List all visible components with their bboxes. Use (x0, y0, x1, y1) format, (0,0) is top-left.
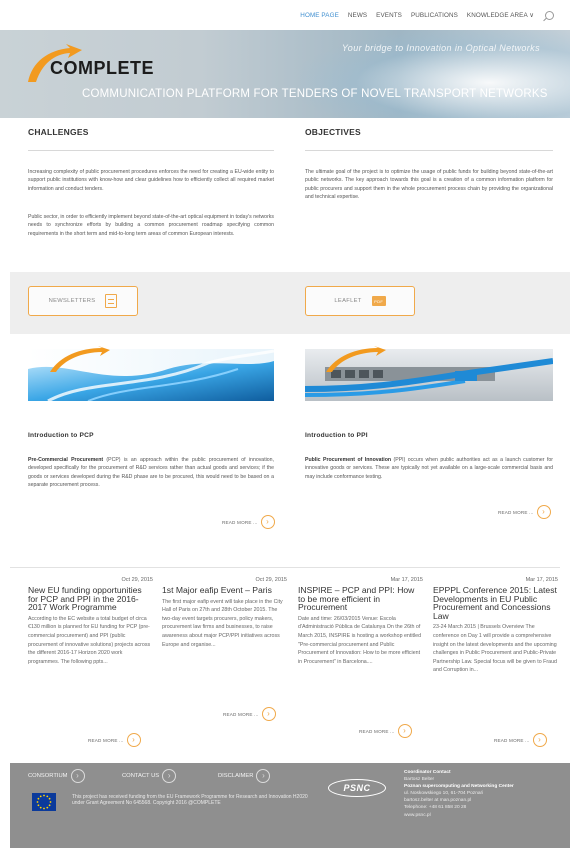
news-read-more[interactable]: READ MORE ... › (88, 733, 141, 747)
nav-events[interactable]: EVENTS (376, 12, 402, 19)
contact-name: Bartosz Belter (404, 777, 435, 783)
footer-link-contact-us[interactable]: CONTACT US › (122, 769, 177, 783)
search-icon[interactable] (545, 10, 554, 20)
funding-notice: This project has received funding from t… (72, 794, 308, 806)
news-item: Mar 17, 2015 EPPPL Conference 2015: Late… (433, 577, 558, 675)
chevron-right-icon: › (397, 724, 412, 738)
challenges-divider (28, 150, 274, 151)
news-read-more[interactable]: READ MORE ... › (494, 733, 547, 747)
leaflet-button[interactable]: LEAFLET PDF (305, 286, 415, 316)
newsletters-button[interactable]: NEWSLETTERS (28, 286, 138, 316)
footer-link-disclaimer[interactable]: DISCLAIMER › (218, 769, 271, 783)
chevron-right-icon: › (536, 505, 551, 519)
chevron-right-icon: › (126, 733, 141, 747)
chevron-right-icon: › (260, 515, 275, 529)
news-date: Mar 17, 2015 (390, 577, 423, 583)
news-item: Oct 29, 2015 New EU funding opportunitie… (28, 577, 153, 666)
chevron-right-icon: › (261, 707, 276, 721)
intro-ppi-lead: Public Procurement of Innovation (305, 457, 392, 463)
read-more-label: READ MORE ... (498, 509, 534, 515)
contact-title: Coordinator Contact (404, 770, 451, 775)
news-date: Oct 29, 2015 (121, 577, 154, 583)
intro-pcp-read-more[interactable]: READ MORE ... › (222, 515, 275, 529)
challenges-heading: CHALLENGES (28, 127, 89, 137)
news-item: Oct 29, 2015 1st Major eafip Event – Par… (162, 577, 287, 649)
news-divider (10, 567, 560, 568)
ppi-orange-swoosh-icon (326, 346, 386, 372)
nav-home-page[interactable]: HOME PAGE (300, 12, 339, 19)
nav-knowledge-area[interactable]: KNOWLEDGE AREA ∨ (467, 12, 534, 19)
contact-organization: Poznan supercomputing and Networking Cen… (404, 784, 514, 790)
challenges-paragraph-1: Increasing complexity of public procurem… (28, 169, 274, 192)
news-date: Oct 29, 2015 (255, 577, 288, 583)
challenges-paragraph-2: Public sector, in order to efficiently i… (28, 214, 274, 237)
pcp-orange-swoosh-icon (50, 346, 110, 372)
coordinator-contact: Coordinator Contact Bartosz Belter Pozna… (404, 769, 514, 819)
news-title[interactable]: 1st Major eafip Event – Paris (162, 586, 287, 595)
read-more-label: READ MORE ... (88, 737, 124, 743)
intro-ppi-heading: Introduction to PPI (305, 432, 368, 439)
psnc-logo[interactable]: PSNC (328, 779, 386, 797)
pdf-icon: PDF (371, 296, 386, 306)
news-title[interactable]: New EU funding opportunities for PCP and… (28, 586, 153, 612)
news-read-more[interactable]: READ MORE ... › (223, 707, 276, 721)
eu-flag-icon (32, 793, 56, 811)
news-excerpt: Date and time: 26/03/2015 Venue: Escola … (298, 615, 422, 665)
top-navigation: HOME PAGE NEWS EVENTS PUBLICATIONS KNOWL… (300, 8, 554, 22)
contact-email[interactable]: bartosz.belter at man.poznan.pl (404, 797, 514, 804)
chevron-right-icon: › (256, 769, 271, 783)
banner-subtitle: COMMUNICATION PLATFORM FOR TENDERS OF NO… (82, 88, 548, 100)
chevron-right-icon: › (532, 733, 547, 747)
read-more-label: READ MORE ... (223, 711, 259, 717)
footer-link-consortium[interactable]: CONSORTIUM › (28, 769, 85, 783)
intro-pcp-heading: Introduction to PCP (28, 432, 94, 439)
objectives-heading: OBJECTIVES (305, 127, 361, 137)
logo-text[interactable]: COMPLETE (50, 58, 154, 79)
eu-stars-icon (36, 794, 52, 810)
intro-pcp-paragraph: Pre-Commercial Procurement (PCP) is an a… (28, 456, 274, 489)
footer: CONSORTIUM › CONTACT US › DISCLAIMER › T… (10, 763, 570, 848)
read-more-label: READ MORE ... (222, 519, 258, 525)
objectives-divider (305, 150, 553, 151)
news-excerpt: 23-24 March 2015 | Brussels Overview The… (433, 624, 557, 674)
hero-banner: Your bridge to Innovation in Optical Net… (0, 30, 570, 118)
intro-ppi-read-more[interactable]: READ MORE ... › (498, 505, 551, 519)
news-title[interactable]: INSPIRE – PCP and PPI: How to be more ef… (298, 586, 423, 612)
footer-link-label: DISCLAIMER (218, 773, 254, 779)
nav-publications[interactable]: PUBLICATIONS (411, 12, 458, 19)
read-more-label: READ MORE ... (359, 728, 395, 734)
news-excerpt: The first major eafip event will take pl… (162, 598, 283, 648)
intro-pcp-lead: Pre-Commercial Procurement (28, 457, 104, 463)
intro-ppi-paragraph: Public Procurement of Innovation (PPI) o… (305, 456, 553, 481)
document-icon (105, 294, 118, 308)
chevron-right-icon: › (70, 769, 85, 783)
banner-tagline: Your bridge to Innovation in Optical Net… (341, 43, 540, 53)
newsletters-label: NEWSLETTERS (48, 298, 96, 304)
news-date: Mar 17, 2015 (525, 577, 558, 583)
contact-address: ul. Noskowskiego 10, 61-704 Poznań (404, 791, 484, 797)
news-item: Mar 17, 2015 INSPIRE – PCP and PPI: How … (298, 577, 423, 666)
contact-phone: Telephone: +48 61 858 20 28 (404, 805, 467, 811)
leaflet-label: LEAFLET (334, 298, 362, 304)
footer-link-label: CONSORTIUM (28, 773, 68, 779)
chevron-right-icon: › (162, 769, 177, 783)
read-more-label: READ MORE ... (494, 737, 530, 743)
contact-website[interactable]: www.psnc.pl (404, 812, 514, 819)
footer-link-label: CONTACT US (122, 773, 160, 779)
nav-news[interactable]: NEWS (348, 12, 367, 19)
news-read-more[interactable]: READ MORE ... › (359, 724, 412, 738)
news-excerpt: According to the EC website a total budg… (28, 615, 151, 665)
news-title[interactable]: EPPPL Conference 2015: Latest Developmen… (433, 586, 558, 620)
objectives-paragraph: The ultimate goal of the project is to o… (305, 169, 553, 200)
